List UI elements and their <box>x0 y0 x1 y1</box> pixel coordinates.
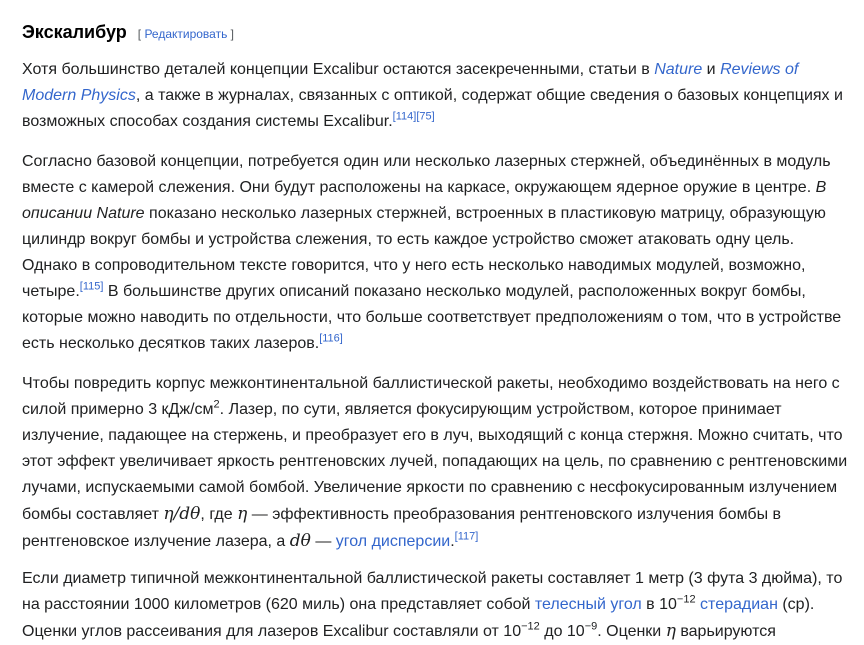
section-heading: Экскалибур [ Редактировать ] <box>22 22 234 43</box>
edit-link[interactable]: Редактировать <box>144 27 227 41</box>
p4-superscript-minus12-b: −12 <box>521 620 540 633</box>
reference-75[interactable]: [75] <box>416 111 434 123</box>
math-eta: η <box>237 504 248 524</box>
reference-114[interactable]: [114] <box>393 111 417 123</box>
paragraph-1: Хотя большинство деталей концепции Excal… <box>22 57 852 135</box>
p1-text-3: , а также в журналах, связанных с оптико… <box>22 87 843 130</box>
paragraph-2: Согласно базовой концепции, потребуется … <box>22 149 852 357</box>
p2-text-3: В большинстве других описаний показано н… <box>22 283 842 352</box>
p4-superscript-minus12-a: −12 <box>676 593 696 606</box>
edit-section: [ Редактировать ] <box>138 27 234 41</box>
p2-text-1: Согласно базовой концепции, потребуется … <box>22 153 831 196</box>
paragraph-3: Чтобы повредить корпус межконтинентально… <box>22 371 852 555</box>
reference-115[interactable]: [115] <box>80 281 104 293</box>
edit-bracket-close: ] <box>227 27 235 41</box>
p3-text-2: . Лазер, по сути, является фокусирующим … <box>22 401 848 523</box>
link-dispersion-angle[interactable]: угол дисперсии <box>336 533 450 550</box>
p1-text-1: Хотя большинство деталей концепции Excal… <box>22 61 655 78</box>
paragraph-4: Если диаметр типичной межконтинентальной… <box>22 566 852 645</box>
p3-text-3: , где <box>200 506 238 523</box>
p4-text-2: в 10 <box>641 596 677 613</box>
p4-superscript-minus9: −9 <box>584 620 598 633</box>
p4-text-5: до 10 <box>539 623 585 640</box>
section-title: Экскалибур <box>22 22 127 42</box>
p3-text-5: — <box>310 533 336 550</box>
math-eta-2: η <box>665 621 676 641</box>
p4-text-7: варьируются <box>675 623 776 640</box>
p4-text-6: . Оценки <box>597 623 666 640</box>
link-solid-angle[interactable]: телесный угол <box>535 596 642 613</box>
math-dtheta: dθ <box>289 531 311 551</box>
reference-116[interactable]: [116] <box>319 333 343 345</box>
link-nature[interactable]: Nature <box>654 61 702 78</box>
p1-text-2: и <box>702 61 721 78</box>
link-steradian[interactable]: стерадиан <box>700 596 778 613</box>
math-eta-over-dtheta: η/dθ <box>163 504 201 524</box>
reference-117[interactable]: [117] <box>455 531 479 543</box>
